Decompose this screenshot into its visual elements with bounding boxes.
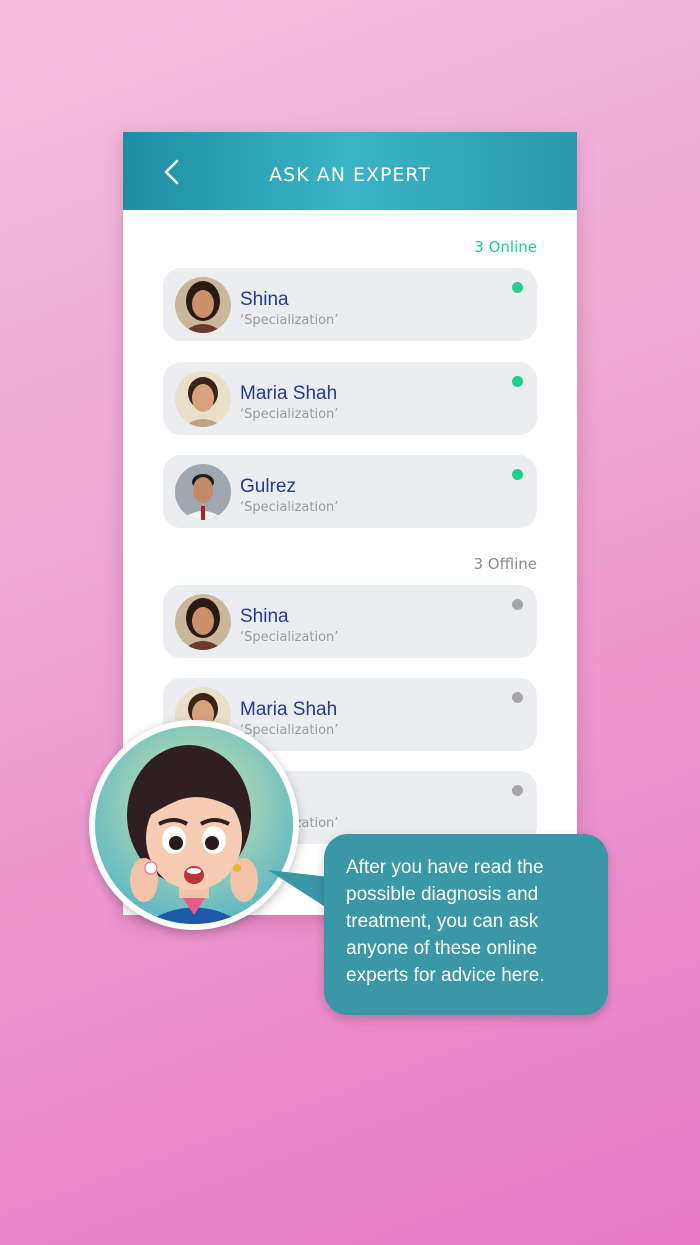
avatar: [175, 277, 231, 333]
page-title: ASK AN EXPERT: [269, 164, 431, 186]
expert-card-online-maria-shah[interactable]: Maria Shah ‘Specialization’: [163, 362, 537, 435]
expert-name: Shina: [240, 289, 289, 310]
online-status-dot: [512, 376, 523, 387]
expert-name: Maria Shah: [240, 383, 338, 404]
online-status-dot: [512, 469, 523, 480]
expert-card-online-shina[interactable]: Shina ‘Specialization’: [163, 268, 537, 341]
expert-specialization: ‘Specialization’: [240, 313, 339, 328]
tooltip-speech-bubble: After you have read the possible diagnos…: [324, 834, 608, 1015]
tooltip-text: After you have read the possible diagnos…: [346, 857, 545, 986]
avatar: [175, 464, 231, 520]
offline-status-dot: [512, 785, 523, 796]
online-count-label: 3 Online: [474, 238, 537, 256]
online-status-dot: [512, 282, 523, 293]
avatar: [175, 594, 231, 650]
expert-name: Shina: [240, 606, 289, 627]
avatar: [175, 371, 231, 427]
offline-count-label: 3 Offline: [473, 555, 537, 573]
expert-name: Maria Shah: [240, 699, 338, 720]
offline-status-dot: [512, 692, 523, 703]
expert-card-offline-shina[interactable]: Shina ‘Specialization’: [163, 585, 537, 658]
expert-name: Gulrez: [240, 476, 296, 497]
offline-status-dot: [512, 599, 523, 610]
expert-card-online-gulrez[interactable]: Gulrez ‘Specialization’: [163, 455, 537, 528]
expert-specialization: ‘Specialization’: [240, 407, 339, 422]
expert-specialization: ‘Specialization’: [240, 500, 339, 515]
expert-specialization: ‘Specialization’: [240, 630, 339, 645]
header-bar: ASK AN EXPERT: [123, 132, 577, 210]
